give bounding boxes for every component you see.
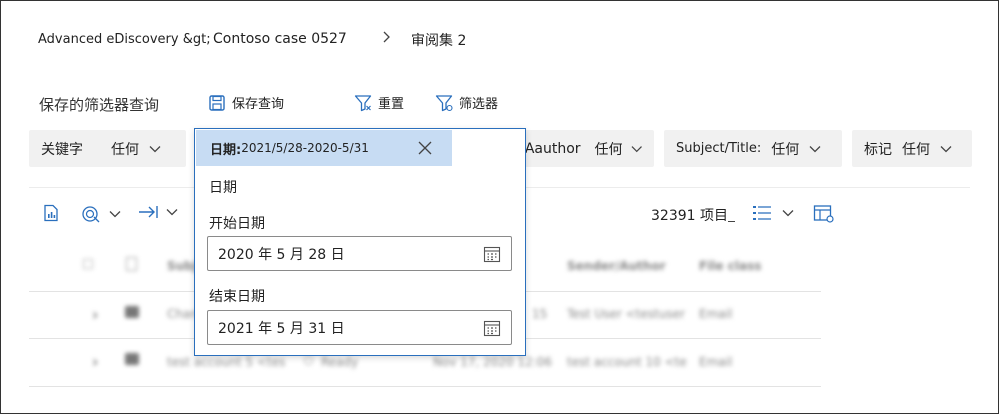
subject-filter-chip[interactable]: Subject/Title: 任何 [664,130,842,167]
arrow-right-bar-icon [139,206,158,218]
subject-filter-value: 任何 [771,141,800,158]
row-divider [29,386,821,387]
filters-button[interactable]: 筛选器 [435,93,498,112]
end-date-label: 结束日期 [209,289,265,305]
export-menu-button[interactable] [138,204,178,220]
saved-filter-queries-title: 保存的筛选器查询 [39,96,160,114]
chevron-down-icon [809,145,821,152]
email-icon [125,353,139,365]
keyword-filter-label: 关键字 [41,141,83,158]
reset-label: 重置 [378,97,405,112]
tag-menu-button[interactable] [81,204,121,224]
column-settings-button[interactable] [813,204,835,224]
calendar-icon[interactable] [483,245,501,263]
clear-filter-icon [354,94,372,111]
chevron-down-icon [109,211,121,218]
row-subject: test account 5 <tes [167,355,286,369]
row-date: 15 [532,307,548,321]
report-icon [44,204,58,222]
subject-filter-label: Subject/Title: [676,141,762,156]
date-filter-dropdown: 日期: 2021/5/28-2020-5/31 日期 开始日期 2020 年 5… [194,128,526,356]
filters-label: 筛选器 [459,97,499,112]
end-date-value: 2021 年 5 月 31 日 [218,320,345,337]
keyword-filter-chip[interactable]: 关键字 任何 [29,130,186,167]
author-filter-value: 任何 [594,141,623,158]
row-sender: test account 10 <te [567,355,687,369]
view-options-button[interactable] [752,204,794,222]
list-view-icon [753,206,771,220]
breadcrumb-root[interactable]: Advanced eDiscovery &gt; [38,32,211,47]
keyword-filter-value: 任何 [111,141,139,158]
end-date-field[interactable]: 2021 年 5 月 31 日 [207,310,512,345]
save-query-label: 保存查询 [232,97,285,112]
chevron-down-icon [166,209,178,216]
row-file-class: Email [699,307,733,321]
start-date-value: 2020 年 5 月 28 日 [218,246,345,263]
filter-settings-icon [435,94,453,111]
select-all-checkbox[interactable] [83,259,93,269]
table-settings-icon [813,205,834,223]
row-file-class: Email [699,355,733,369]
email-icon [125,306,139,318]
row-date: Nov 17, 2020 12:06 [433,355,553,369]
count-cursor [728,221,735,222]
row-sender: Test User <testuser [567,307,685,321]
expand-chevron-icon[interactable]: › [92,352,98,371]
tags-filter-chip[interactable]: 标记 任何 [852,130,972,167]
file-type-icon [126,257,137,271]
tag-icon [82,206,100,223]
date-section-label: 日期 [209,180,237,196]
tags-filter-value: 任何 [902,141,930,158]
chevron-down-icon [631,145,642,152]
report-button[interactable] [42,204,60,222]
start-date-field[interactable]: 2020 年 5 月 28 日 [207,236,512,271]
result-count: 32391 项目 [651,208,728,224]
start-date-label: 开始日期 [209,216,265,232]
column-header-file-class[interactable]: File class [699,259,761,273]
author-filter-label: Aauthor [524,140,581,157]
chevron-down-icon [940,145,952,152]
date-filter-header-label: 日期: [210,142,242,158]
expand-chevron-icon[interactable]: › [92,305,98,324]
save-query-button[interactable]: 保存查询 [208,93,284,112]
breadcrumb-review-set: 审阅集 2 [411,33,467,49]
status-icon [304,356,313,365]
column-header-sender[interactable]: Sender/Author [567,259,666,273]
save-icon [209,94,225,111]
close-icon[interactable] [418,141,432,155]
chevron-right-icon [383,31,390,43]
reset-button[interactable]: 重置 [354,93,404,112]
calendar-icon[interactable] [483,319,501,337]
app-window: Advanced eDiscovery &gt; Contoso case 05… [0,0,999,414]
breadcrumb-case[interactable]: Contoso case 0527 [213,31,347,47]
date-filter-header[interactable]: 日期: 2021/5/28-2020-5/31 [196,130,452,166]
chevron-down-icon [782,210,794,217]
tags-filter-label: 标记 [864,141,892,158]
row-status: Ready [321,355,359,369]
date-filter-header-value: 2021/5/28-2020-5/31 [241,141,369,155]
chevron-down-icon [149,145,161,152]
